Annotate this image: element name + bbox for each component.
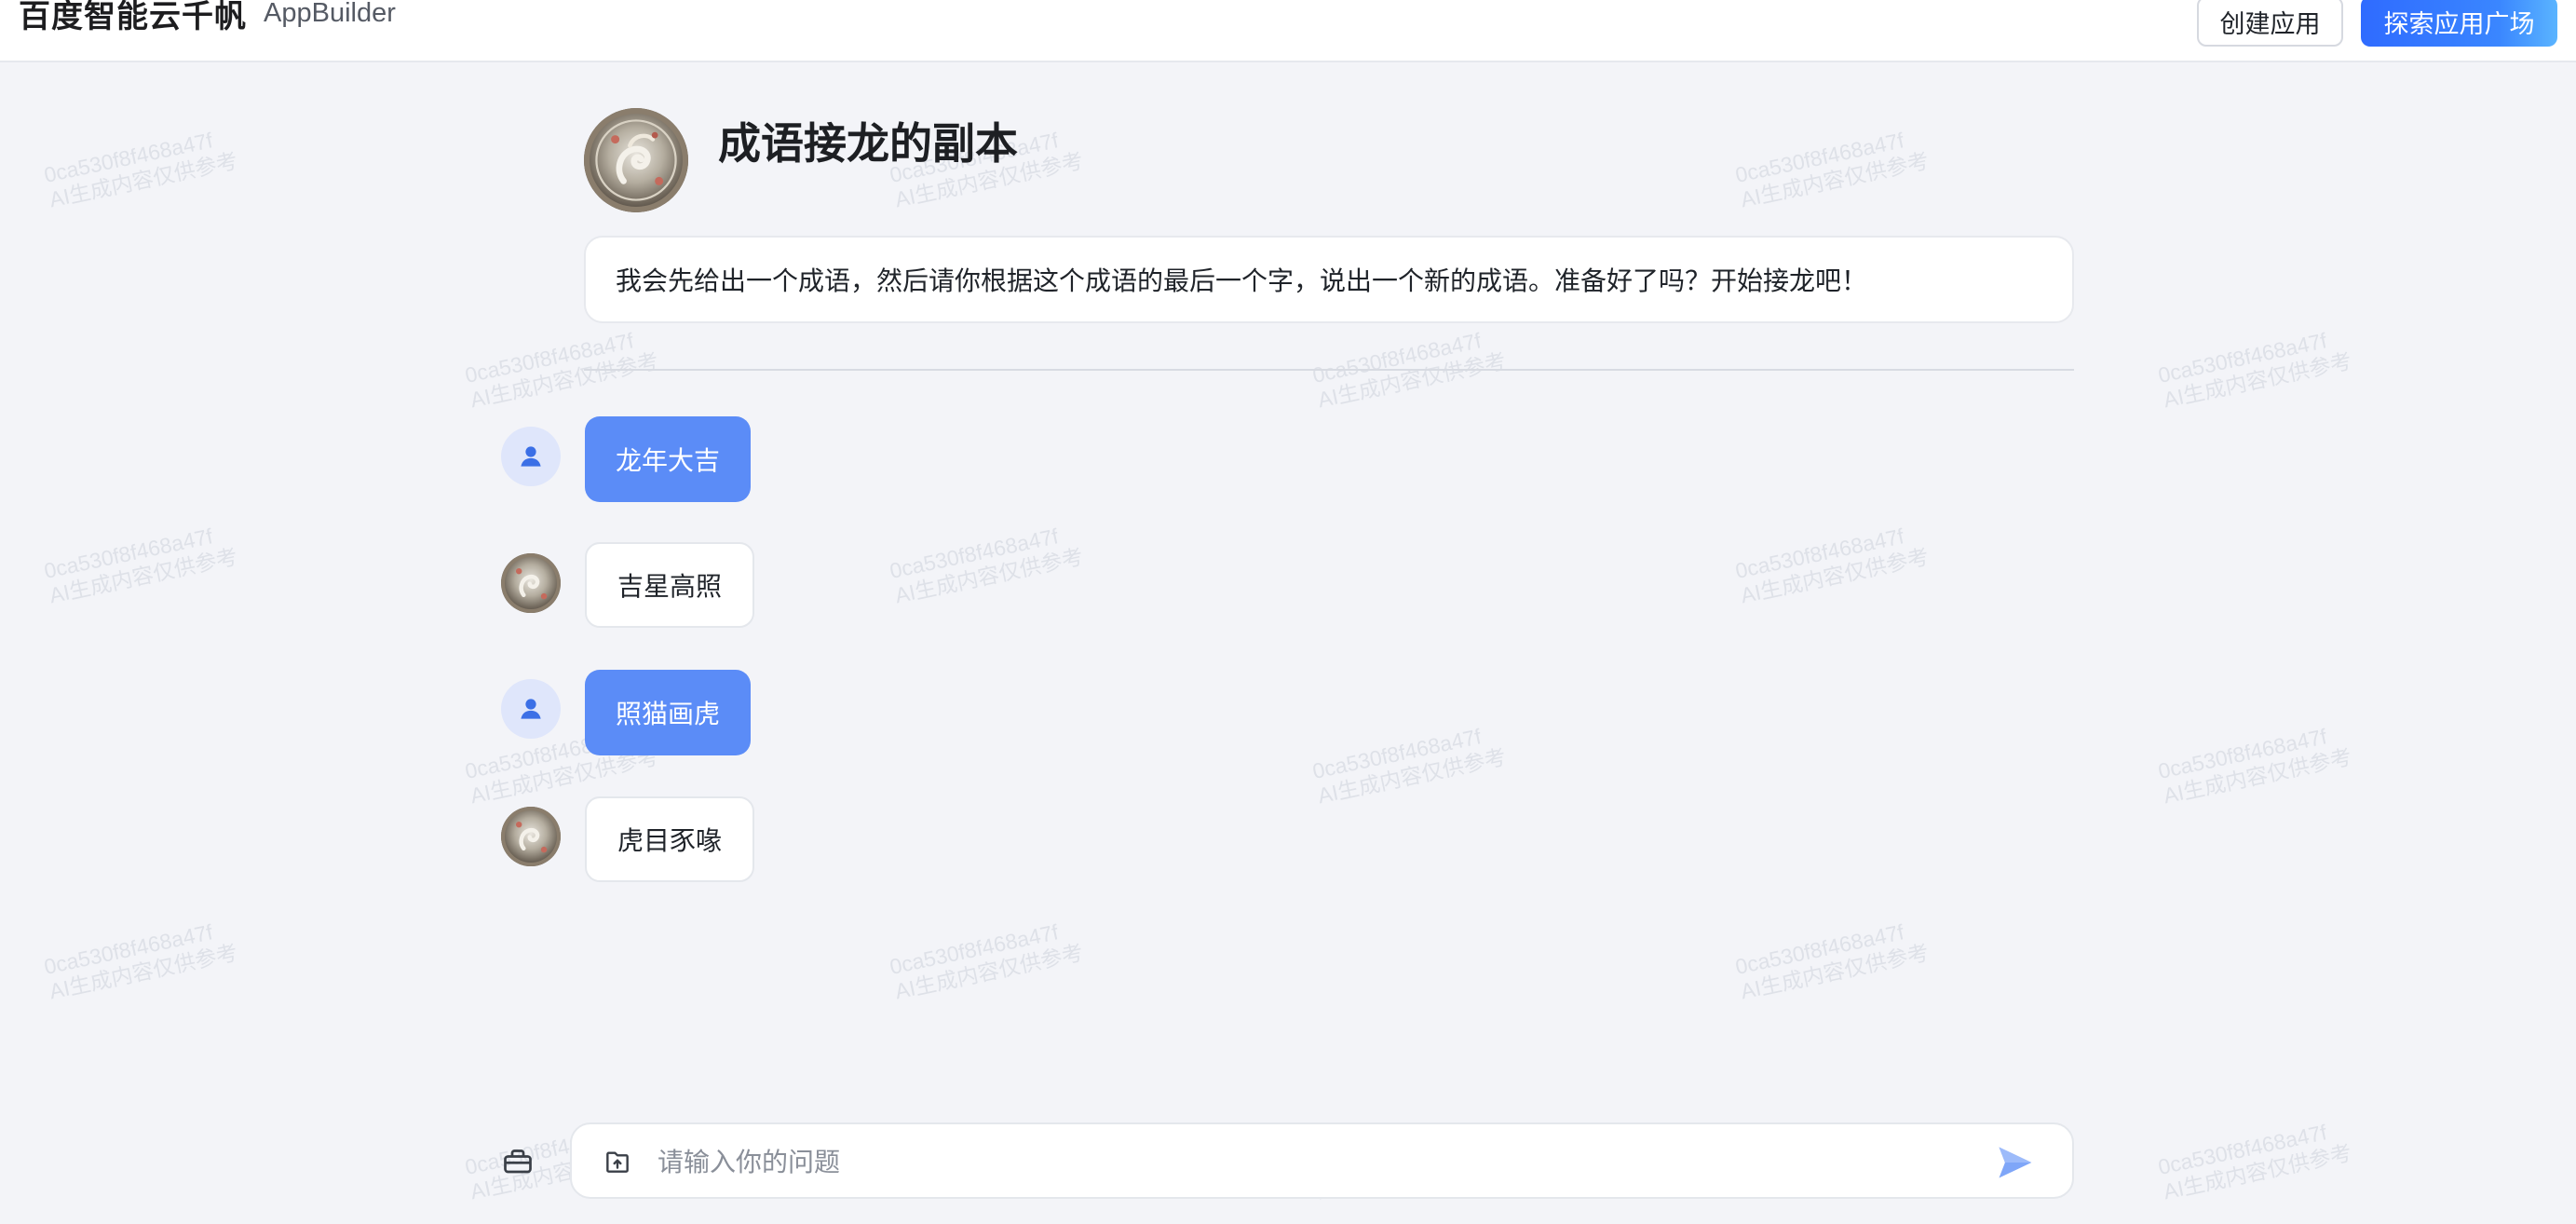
explore-app-square-button[interactable]: 探索应用广场 xyxy=(2361,0,2557,47)
message-text: 龙年大吉 xyxy=(616,445,721,476)
watermark: 0ca530f8f468a47fAI生成内容仅供参考 xyxy=(1733,524,1932,608)
watermark: 0ca530f8f468a47fAI生成内容仅供参考 xyxy=(42,919,240,1004)
message-text: 吉星高照 xyxy=(617,571,723,602)
watermark: 0ca530f8f468a47fAI生成内容仅供参考 xyxy=(42,524,240,608)
watermark: 0ca530f8f468a47fAI生成内容仅供参考 xyxy=(42,128,240,212)
question-input[interactable] xyxy=(658,1137,1943,1186)
watermark: 0ca530f8f468a47fAI生成内容仅供参考 xyxy=(2156,1120,2354,1204)
watermark: 0ca530f8f468a47fAI生成内容仅供参考 xyxy=(1733,919,1932,1004)
bot-avatar xyxy=(501,553,561,613)
upload-file-icon[interactable] xyxy=(603,1147,632,1176)
watermark: 0ca530f8f468a47fAI生成内容仅供参考 xyxy=(888,919,1086,1004)
message-bubble-bot: 虎目豕喙 xyxy=(585,796,755,882)
dragon-emblem-icon xyxy=(595,119,677,201)
message-bubble-user: 照猫画虎 xyxy=(585,670,752,755)
dragon-emblem-icon xyxy=(516,822,548,853)
user-avatar xyxy=(501,679,561,739)
intro-text: 我会先给出一个成语，然后请你根据这个成语的最后一个字，说出一个新的成语。准备好了… xyxy=(616,265,1868,296)
brand-name: 百度智能云千帆 xyxy=(19,0,247,35)
message-bubble-user: 龙年大吉 xyxy=(585,416,752,502)
app-avatar xyxy=(584,108,688,212)
message-bubble-bot: 吉星高照 xyxy=(585,542,755,628)
watermark: 0ca530f8f468a47fAI生成内容仅供参考 xyxy=(2156,724,2354,809)
top-header: 百度智能云千帆 AppBuilder 创建应用 探索应用广场 xyxy=(0,0,2576,62)
watermark: 0ca530f8f468a47fAI生成内容仅供参考 xyxy=(888,524,1086,608)
watermark: 0ca530f8f468a47fAI生成内容仅供参考 xyxy=(1733,128,1932,212)
user-icon xyxy=(521,699,541,719)
toolbox-icon[interactable] xyxy=(501,1144,535,1177)
chat-input-bar xyxy=(570,1122,2074,1199)
message-text: 虎目豕喙 xyxy=(617,825,723,856)
bot-avatar xyxy=(501,807,561,866)
brand-subtitle: AppBuilder xyxy=(264,0,396,28)
watermark: 0ca530f8f468a47fAI生成内容仅供参考 xyxy=(1310,328,1509,413)
send-icon[interactable] xyxy=(1994,1142,2035,1183)
brand[interactable]: 百度智能云千帆 AppBuilder xyxy=(19,0,396,35)
intro-card: 我会先给出一个成语，然后请你根据这个成语的最后一个字，说出一个新的成语。准备好了… xyxy=(584,236,2074,323)
user-icon xyxy=(521,446,541,467)
dragon-emblem-icon xyxy=(516,568,548,600)
message-text: 照猫画虎 xyxy=(616,699,721,729)
divider xyxy=(584,369,2074,371)
watermark: 0ca530f8f468a47fAI生成内容仅供参考 xyxy=(463,328,661,413)
app-title: 成语接龙的副本 xyxy=(718,118,1018,169)
watermark: 0ca530f8f468a47fAI生成内容仅供参考 xyxy=(1310,724,1509,809)
watermark: 0ca530f8f468a47fAI生成内容仅供参考 xyxy=(2156,328,2354,413)
user-avatar xyxy=(501,427,561,486)
create-app-button[interactable]: 创建应用 xyxy=(2197,0,2343,47)
